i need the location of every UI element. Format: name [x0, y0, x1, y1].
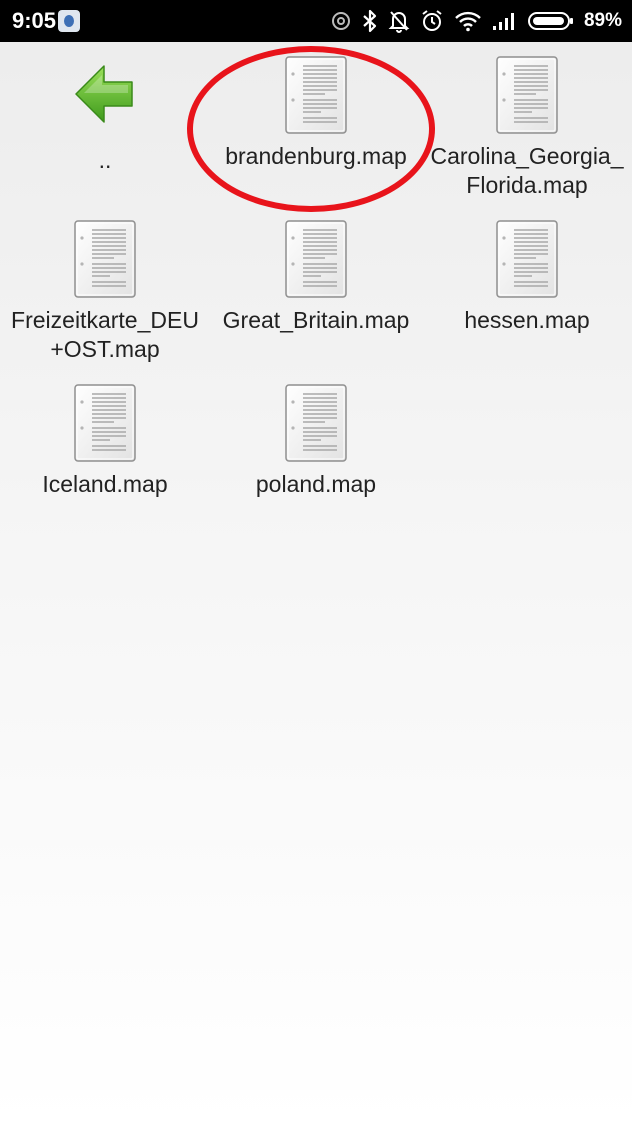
status-bar: 9:05 89% [0, 0, 632, 42]
document-icon [285, 56, 347, 134]
battery-percent: 89% [583, 10, 622, 31]
file-label: Freizeitkarte_DEU +OST.map [0, 306, 210, 364]
file-label: .. [98, 147, 112, 173]
file-label-line2: Florida.map [466, 172, 588, 198]
document-icon [74, 384, 136, 462]
battery-icon [527, 12, 573, 30]
file-label-line2: +OST.map [50, 336, 160, 362]
status-time: 9:05 [12, 8, 57, 33]
file-label-line1: Freizeitkarte_DEU [11, 307, 199, 333]
back-arrow-icon [74, 60, 136, 138]
file-label: hessen.map [464, 307, 590, 333]
document-icon [74, 220, 136, 298]
file-label: Great_Britain.map [222, 307, 410, 333]
signal-icon [492, 13, 514, 30]
document-icon [285, 220, 347, 298]
document-icon [285, 384, 347, 462]
wifi-icon [455, 11, 481, 32]
document-icon [496, 220, 558, 298]
app-notification-icon [58, 10, 80, 32]
file-label: brandenburg.map [225, 143, 407, 169]
notifications-off-icon [388, 11, 410, 33]
file-label: Iceland.map [42, 471, 168, 497]
file-label: poland.map [255, 471, 377, 497]
alarm-icon [422, 10, 442, 31]
sync-icon [331, 12, 350, 30]
status-icons: 89% [330, 7, 622, 35]
file-label: Carolina_Georgia_ Florida.map [422, 142, 632, 200]
document-icon [496, 56, 558, 134]
bluetooth-icon [363, 9, 377, 33]
file-label-line1: Carolina_Georgia_ [430, 143, 624, 169]
